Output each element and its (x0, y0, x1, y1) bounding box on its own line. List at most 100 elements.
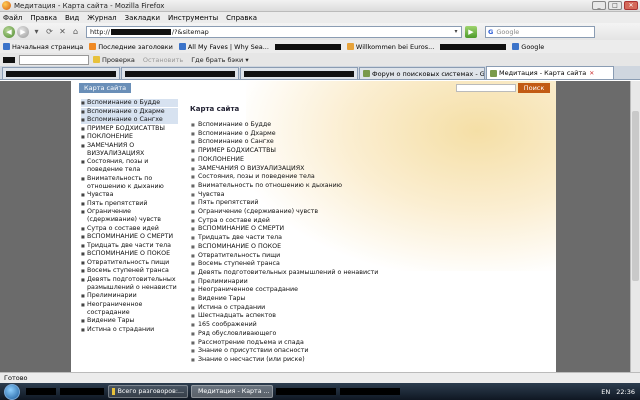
system-tray: EN 22:36 (595, 388, 640, 396)
sitemap-link[interactable]: ЗАМЕЧАНИЯ О ВИЗУАЛИЗАЦИЯХ (190, 165, 440, 174)
google-icon: G (488, 27, 494, 36)
scrollbar-thumb[interactable] (632, 111, 639, 281)
menu-edit[interactable]: Правка (30, 14, 57, 22)
address-bar[interactable]: http:// /?&sitemap ▾ (86, 25, 462, 38)
leftnav-item[interactable]: Отвратительность пищи (81, 259, 178, 267)
bookmark-euros[interactable]: Willkommen bei Euros... (346, 43, 434, 51)
bookmark-home[interactable]: Начальная страница (3, 43, 83, 51)
stop-icon[interactable]: ✕ (57, 26, 68, 37)
leftnav-item[interactable]: Ограничение (сдерживание) чувств (81, 208, 178, 224)
leftnav-item[interactable]: Чувства (81, 191, 178, 199)
sitemap-link[interactable]: Ограничение (сдерживание) чувств (190, 208, 440, 217)
sitemap-link[interactable]: Истина о страдании (190, 304, 440, 313)
history-dropdown-icon[interactable]: ▾ (31, 26, 42, 37)
leftnav-item[interactable]: Вспоминание о Сангхе (81, 116, 178, 124)
url-prefix: http:// (90, 27, 110, 36)
menu-view[interactable]: Вид (65, 14, 79, 22)
sitemap-link[interactable]: Неограниченное сострадание (190, 286, 440, 295)
tab-forum[interactable]: Форум о поисковых системах - Googl... (359, 67, 485, 79)
site-search-input[interactable] (456, 84, 516, 92)
where-backlinks-menu[interactable]: Где брать бэки ▾ (191, 56, 248, 64)
tab-meditation-sitemap[interactable]: Медитация - Карта сайта ✕ (486, 66, 614, 79)
bookmark-allmyfaves[interactable]: All My Faves | Why Sea... (178, 43, 269, 51)
sitemap-link[interactable]: Состояния, позы и поведение тела (190, 173, 440, 182)
forward-icon[interactable]: ▶ (17, 25, 29, 38)
close-tab-icon[interactable]: ✕ (589, 70, 594, 77)
menu-file[interactable]: Файл (3, 14, 22, 22)
leftnav-item[interactable]: Тридцать две части тела (81, 242, 178, 250)
sitemap-link[interactable]: ВСПОМИНАНИЕ О ПОКОЕ (190, 243, 440, 252)
reload-icon[interactable]: ⟳ (44, 26, 55, 37)
maximize-icon[interactable]: □ (608, 1, 622, 10)
leftnav-item[interactable]: ПРИМЕР БОДХИСАТТВЫ (81, 125, 178, 133)
redacted-bookmark (440, 43, 507, 50)
leftnav-item[interactable]: Состояния, позы и поведение тела (81, 158, 178, 174)
sitemap-link[interactable]: Видение Тары (190, 295, 440, 304)
sitemap-link[interactable]: Вспоминание о Дхарме (190, 130, 440, 139)
sitemap-link[interactable]: ПРИМЕР БОДХИСАТТВЫ (190, 147, 440, 156)
menu-history[interactable]: Журнал (87, 14, 116, 22)
taskbar-item-firefox[interactable]: Медитация - Карта ... (191, 385, 273, 398)
tab-redacted-3[interactable] (240, 67, 358, 79)
vertical-scrollbar[interactable] (630, 81, 640, 372)
leftnav-item[interactable]: Сутра о составе идей (81, 225, 178, 233)
sitemap-link[interactable]: Вспоминание о Будде (190, 121, 440, 130)
search-input[interactable]: G Google (485, 25, 595, 38)
header-sitemap-tag: Карта сайта (79, 83, 132, 93)
leftnav-item[interactable]: Вспоминание о Будде (81, 99, 178, 107)
home-icon[interactable]: ⌂ (70, 26, 81, 37)
sitemap-link[interactable]: Вспоминание о Сангхе (190, 138, 440, 147)
minimize-icon[interactable]: _ (592, 1, 606, 10)
sitemap-link[interactable]: Отвратительность пищи (190, 252, 440, 261)
leftnav-item[interactable]: Девять подготовительных размышлений о не… (81, 276, 178, 292)
sitemap-link[interactable]: Сутра о составе идей (190, 217, 440, 226)
language-indicator[interactable]: EN (601, 388, 610, 396)
sitemap-link[interactable]: Прелиминарии (190, 278, 440, 287)
sitemap-link[interactable]: Ряд обусловливающего (190, 330, 440, 339)
tab-redacted-1[interactable] (2, 67, 120, 79)
back-icon[interactable]: ◀ (3, 25, 15, 38)
leftnav-item[interactable]: Вспоминание о Дхарме (81, 107, 178, 116)
sitemap-link[interactable]: Девять подготовительных размышлений о не… (190, 269, 440, 278)
menu-tools[interactable]: Инструменты (168, 14, 218, 22)
close-icon[interactable]: ✕ (624, 1, 638, 10)
sitemap-link[interactable]: Знание о несчастии (или риске) (190, 356, 440, 365)
menu-bookmarks[interactable]: Закладки (125, 14, 160, 22)
sitemap-link[interactable]: ПОКЛОНЕНИЕ (190, 156, 440, 165)
leftnav-item[interactable]: Видение Тары (81, 317, 178, 325)
taskbar-item-chat[interactable]: Всего разговоров:... (108, 385, 188, 398)
leftnav-item[interactable]: ВСПОМИНАНИЕ О СМЕРТИ (81, 233, 178, 241)
go-icon[interactable]: ▶ (465, 25, 477, 38)
sitemap-link[interactable]: Знание о присутствии опасности (190, 347, 440, 356)
site-search-button[interactable]: Поиск (518, 83, 550, 93)
sitemap-link[interactable]: Рассмотрение подъема и спада (190, 339, 440, 348)
leftnav-item[interactable]: Пять препятствий (81, 200, 178, 208)
bookmark-latest-headlines[interactable]: Последние заголовки (89, 43, 173, 51)
leftnav-item[interactable]: ЗАМЕЧАНИЯ О ВИЗУАЛИЗАЦИЯХ (81, 142, 178, 158)
bookmark-google[interactable]: Google (512, 43, 544, 51)
menu-help[interactable]: Справка (226, 14, 257, 22)
sitemap-link[interactable]: Шестнадцать аспектов (190, 312, 440, 321)
redacted-taskbar-item (340, 388, 400, 395)
sitemap-link[interactable]: 165 соображений (190, 321, 440, 330)
check-button[interactable]: Проверка (93, 56, 135, 64)
google-icon (512, 43, 520, 50)
sitemap-link[interactable]: Внимательность по отношению к дыханию (190, 182, 440, 191)
tab-redacted-2[interactable] (121, 67, 239, 79)
leftnav-item[interactable]: Прелиминарии (81, 292, 178, 300)
sitemap-link[interactable]: Пять препятствий (190, 199, 440, 208)
leftnav-item[interactable]: Истина о страдании (81, 326, 178, 334)
leftnav-item[interactable]: Восемь ступеней транса (81, 267, 178, 275)
leftnav-item[interactable]: ПОКЛОНЕНИЕ (81, 133, 178, 141)
addon-input[interactable] (19, 54, 89, 65)
leftnav-item[interactable]: ВСПОМИНАНИЕ О ПОКОЕ (81, 250, 178, 258)
chevron-down-icon[interactable]: ▾ (451, 28, 461, 35)
leftnav-item[interactable]: Внимательность по отношению к дыханию (81, 175, 178, 191)
start-button[interactable] (4, 383, 20, 400)
sitemap-link[interactable]: ВСПОМИНАНИЕ О СМЕРТИ (190, 225, 440, 234)
leftnav-item[interactable]: Неограниченное сострадание (81, 301, 178, 317)
sitemap-link[interactable]: Восемь ступеней транса (190, 260, 440, 269)
sitemap-link[interactable]: Тридцать две части тела (190, 234, 440, 243)
check-icon (93, 56, 100, 63)
stop-button[interactable]: Остановить (143, 56, 183, 64)
